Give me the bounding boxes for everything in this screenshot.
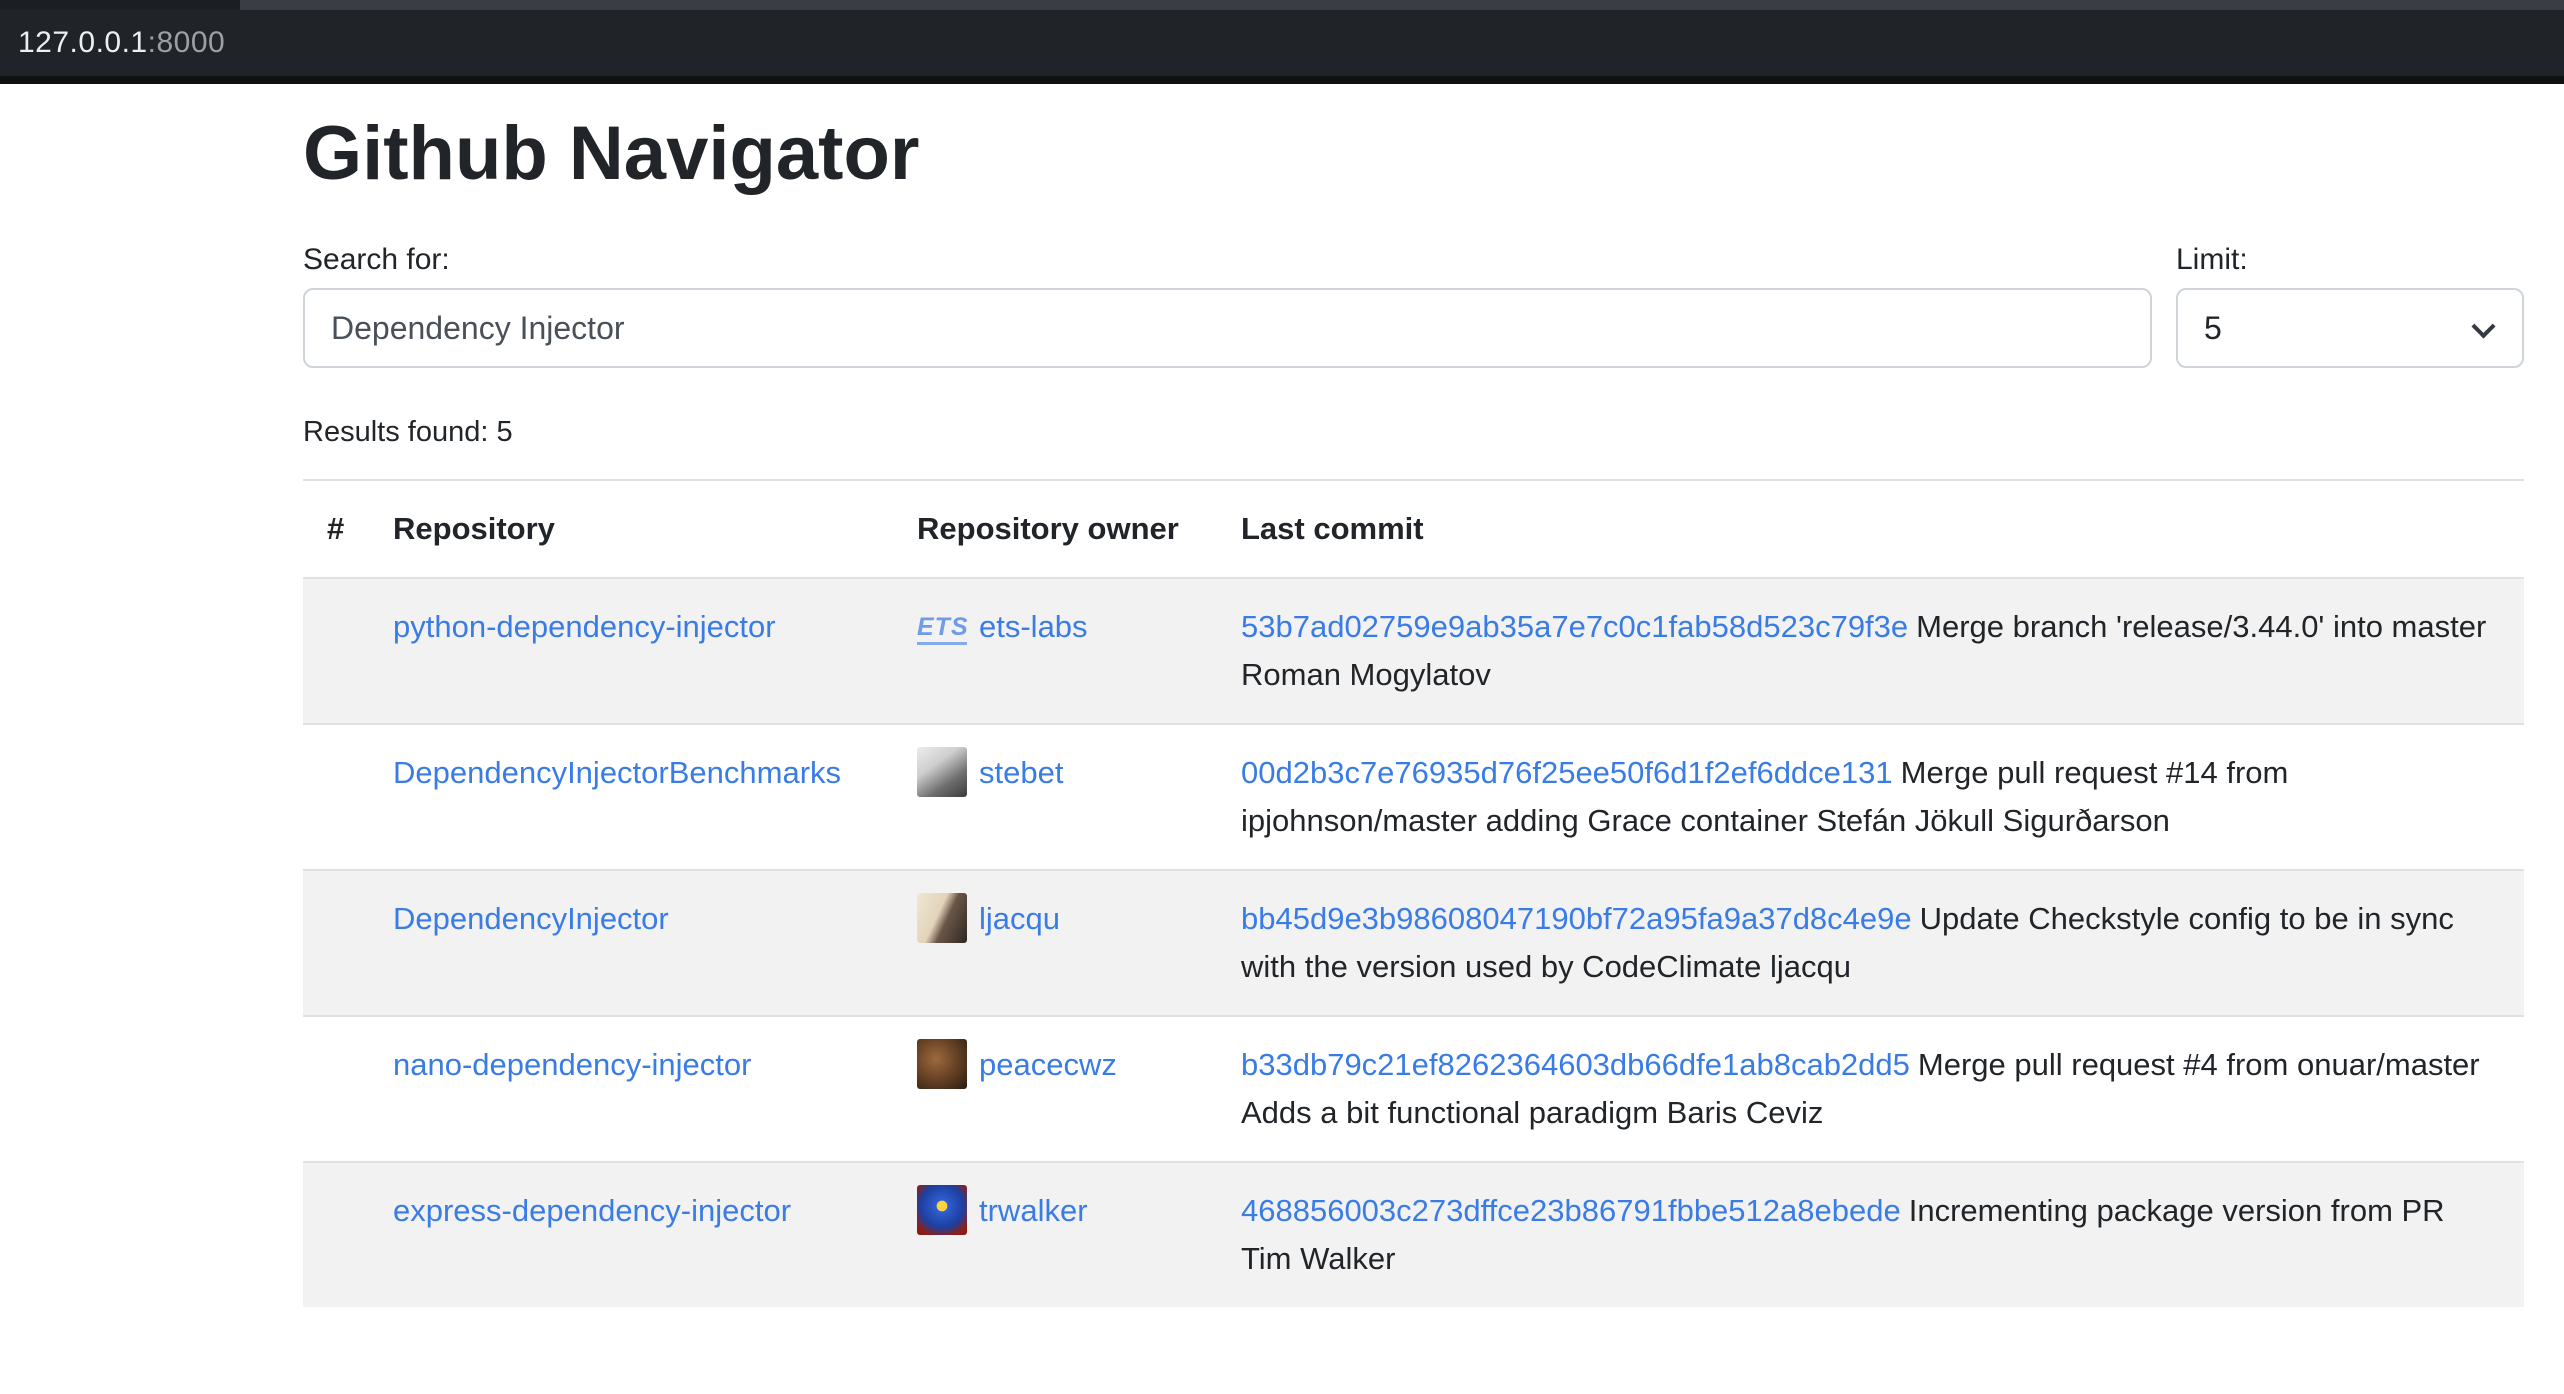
column-header-num: # (303, 480, 369, 578)
results-summary: Results found: 5 (303, 416, 2524, 449)
trwalker-avatar (917, 1185, 967, 1235)
stebet-avatar (917, 747, 967, 797)
repository-link[interactable]: nano-dependency-injector (393, 1047, 751, 1082)
column-header-repository: Repository (369, 480, 893, 578)
row-num-cell (303, 578, 369, 724)
chevron-down-icon (2471, 315, 2495, 339)
commit-cell: 00d2b3c7e76935d76f25ee50f6d1f2ef6ddce131… (1217, 724, 2524, 870)
chrome-bottom-divider (0, 76, 2564, 84)
active-tab-edge (0, 0, 240, 10)
repository-cell: nano-dependency-injector (369, 1016, 893, 1162)
table-row: DependencyInjectorBenchmarks stebet 00d2… (303, 724, 2524, 870)
repository-link[interactable]: DependencyInjectorBenchmarks (393, 755, 841, 790)
commit-cell: b33db79c21ef8262364603db66dfe1ab8cab2dd5… (1217, 1016, 2524, 1162)
browser-address-bar[interactable]: 127.0.0.1:8000 (0, 10, 2564, 76)
commit-hash-link[interactable]: bb45d9e3b98608047190bf72a95fa9a37d8c4e9e (1241, 901, 1912, 936)
limit-group: Limit: 5 (2176, 242, 2524, 368)
owner-link[interactable]: ljacqu (979, 901, 1060, 936)
commit-cell: 468856003c273dffce23b86791fbbe512a8ebede… (1217, 1162, 2524, 1307)
table-row: python-dependency-injector ETS ets-labs 5… (303, 578, 2524, 724)
row-num-cell (303, 724, 369, 870)
column-header-last-commit: Last commit (1217, 480, 2524, 578)
row-num-cell (303, 1162, 369, 1307)
url-text[interactable]: 127.0.0.1:8000 (18, 26, 225, 60)
limit-select[interactable]: 5 (2176, 288, 2524, 368)
repository-cell: DependencyInjectorBenchmarks (369, 724, 893, 870)
ljacqu-avatar (917, 893, 967, 943)
limit-select-value: 5 (2204, 310, 2222, 347)
owner-cell: ETS ets-labs (893, 578, 1217, 724)
owner-link[interactable]: ets-labs (979, 609, 1088, 644)
repository-link[interactable]: python-dependency-injector (393, 609, 776, 644)
commit-hash-link[interactable]: 468856003c273dffce23b86791fbbe512a8ebede (1241, 1193, 1901, 1228)
owner-cell: peacecwz (893, 1016, 1217, 1162)
ets-labs-logo-icon: ETS (917, 601, 967, 651)
search-label: Search for: (303, 242, 2152, 278)
search-form: Search for: Limit: 5 (303, 242, 2524, 368)
browser-chrome: 127.0.0.1:8000 (0, 0, 2564, 84)
table-header-row: # Repository Repository owner Last commi… (303, 480, 2524, 578)
table-row: express-dependency-injector trwalker 468… (303, 1162, 2524, 1307)
repository-cell: DependencyInjector (369, 870, 893, 1016)
limit-label: Limit: (2176, 242, 2524, 278)
page-container: Github Navigator Search for: Limit: 5 Re… (303, 110, 2524, 1307)
owner-cell: trwalker (893, 1162, 1217, 1307)
repository-cell: python-dependency-injector (369, 578, 893, 724)
table-row: nano-dependency-injector peacecwz b33db7… (303, 1016, 2524, 1162)
peacecwz-avatar (917, 1039, 967, 1089)
url-port: :8000 (148, 26, 226, 59)
repository-link[interactable]: DependencyInjector (393, 901, 669, 936)
commit-hash-link[interactable]: b33db79c21ef8262364603db66dfe1ab8cab2dd5 (1241, 1047, 1910, 1082)
search-input[interactable] (303, 288, 2152, 368)
row-num-cell (303, 1016, 369, 1162)
browser-tab-strip (0, 0, 2564, 10)
results-table: # Repository Repository owner Last commi… (303, 479, 2524, 1307)
page-title: Github Navigator (303, 110, 2524, 198)
commit-cell: 53b7ad02759e9ab35a7e7c0c1fab58d523c79f3e… (1217, 578, 2524, 724)
owner-link[interactable]: stebet (979, 755, 1063, 790)
owner-cell: ljacqu (893, 870, 1217, 1016)
commit-hash-link[interactable]: 00d2b3c7e76935d76f25ee50f6d1f2ef6ddce131 (1241, 755, 1893, 790)
commit-hash-link[interactable]: 53b7ad02759e9ab35a7e7c0c1fab58d523c79f3e (1241, 609, 1908, 644)
repository-link[interactable]: express-dependency-injector (393, 1193, 791, 1228)
table-row: DependencyInjector ljacqu bb45d9e3b98608… (303, 870, 2524, 1016)
commit-cell: bb45d9e3b98608047190bf72a95fa9a37d8c4e9e… (1217, 870, 2524, 1016)
owner-cell: stebet (893, 724, 1217, 870)
search-group: Search for: (303, 242, 2152, 368)
row-num-cell (303, 870, 369, 1016)
owner-link[interactable]: trwalker (979, 1193, 1088, 1228)
repository-cell: express-dependency-injector (369, 1162, 893, 1307)
owner-link[interactable]: peacecwz (979, 1047, 1117, 1082)
url-host: 127.0.0.1 (18, 26, 148, 59)
column-header-owner: Repository owner (893, 480, 1217, 578)
